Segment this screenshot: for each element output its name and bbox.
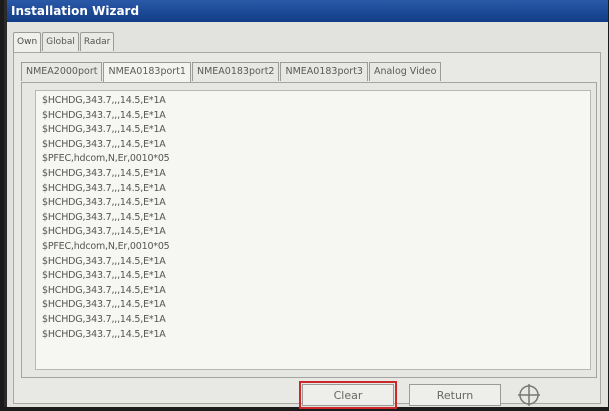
log-line: $HCHDG,343.7,,,14.5,E*1A <box>42 284 166 296</box>
nmea-log-textbox[interactable]: $HCHDG,343.7,,,14.5,E*1A $HCHDG,343.7,,,… <box>35 90 591 370</box>
log-line: $HCHDG,343.7,,,14.5,E*1A <box>42 167 166 179</box>
log-line: $HCHDG,343.7,,,14.5,E*1A <box>42 124 166 136</box>
window-title: Installation Wizard <box>7 0 608 22</box>
log-line: $HCHDG,343.7,,,14.5,E*1A <box>42 313 166 325</box>
log-line: $HCHDG,343.7,,,14.5,E*1A <box>42 211 166 223</box>
tab-nmea0183port1[interactable]: NMEA0183port1 <box>103 62 191 83</box>
log-line: $HCHDG,343.7,,,14.5,E*1A <box>42 255 166 267</box>
tab-nmea0183port3[interactable]: NMEA0183port3 <box>280 62 368 81</box>
clear-button[interactable]: Clear <box>299 381 397 409</box>
log-line: $HCHDG,343.7,,,14.5,E*1A <box>42 299 166 311</box>
crosshair-icon[interactable] <box>517 383 541 407</box>
log-line: $HCHDG,343.7,,,14.5,E*1A <box>42 270 166 282</box>
tab-radar[interactable]: Radar <box>79 32 115 51</box>
log-line: $HCHDG,343.7,,,14.5,E*1A <box>42 226 166 238</box>
log-line: $PFEC,hdcom,N,Er,0010*05 <box>42 240 170 252</box>
tab-analog-video[interactable]: Analog Video <box>368 62 442 81</box>
tab-global[interactable]: Global <box>42 32 79 51</box>
log-line: $HCHDG,343.7,,,14.5,E*1A <box>42 95 166 106</box>
return-button[interactable]: Return <box>409 384 501 406</box>
installation-wizard-window: Installation Wizard Own Global Radar NME… <box>4 0 608 409</box>
log-line: $HCHDG,343.7,,,14.5,E*1A <box>42 197 166 209</box>
log-line: $HCHDG,343.7,,,14.5,E*1A <box>42 182 166 194</box>
log-line: $HCHDG,343.7,,,14.5,E*1A <box>42 138 166 150</box>
tab-own[interactable]: Own <box>13 32 42 52</box>
log-line: $HCHDG,343.7,,,14.5,E*1A <box>42 109 166 121</box>
port-tab-bar: NMEA2000port NMEA0183port1 NMEA0183port2… <box>21 62 442 83</box>
tab-nmea2000port[interactable]: NMEA2000port <box>21 62 103 81</box>
log-line: $PFEC,hdcom,N,Er,0010*05 <box>42 153 170 165</box>
tab-nmea0183port2[interactable]: NMEA0183port2 <box>191 62 280 81</box>
log-line: $HCHDG,343.7,,,14.5,E*1A <box>42 328 166 340</box>
top-tab-bar: Own Global Radar <box>13 32 115 52</box>
